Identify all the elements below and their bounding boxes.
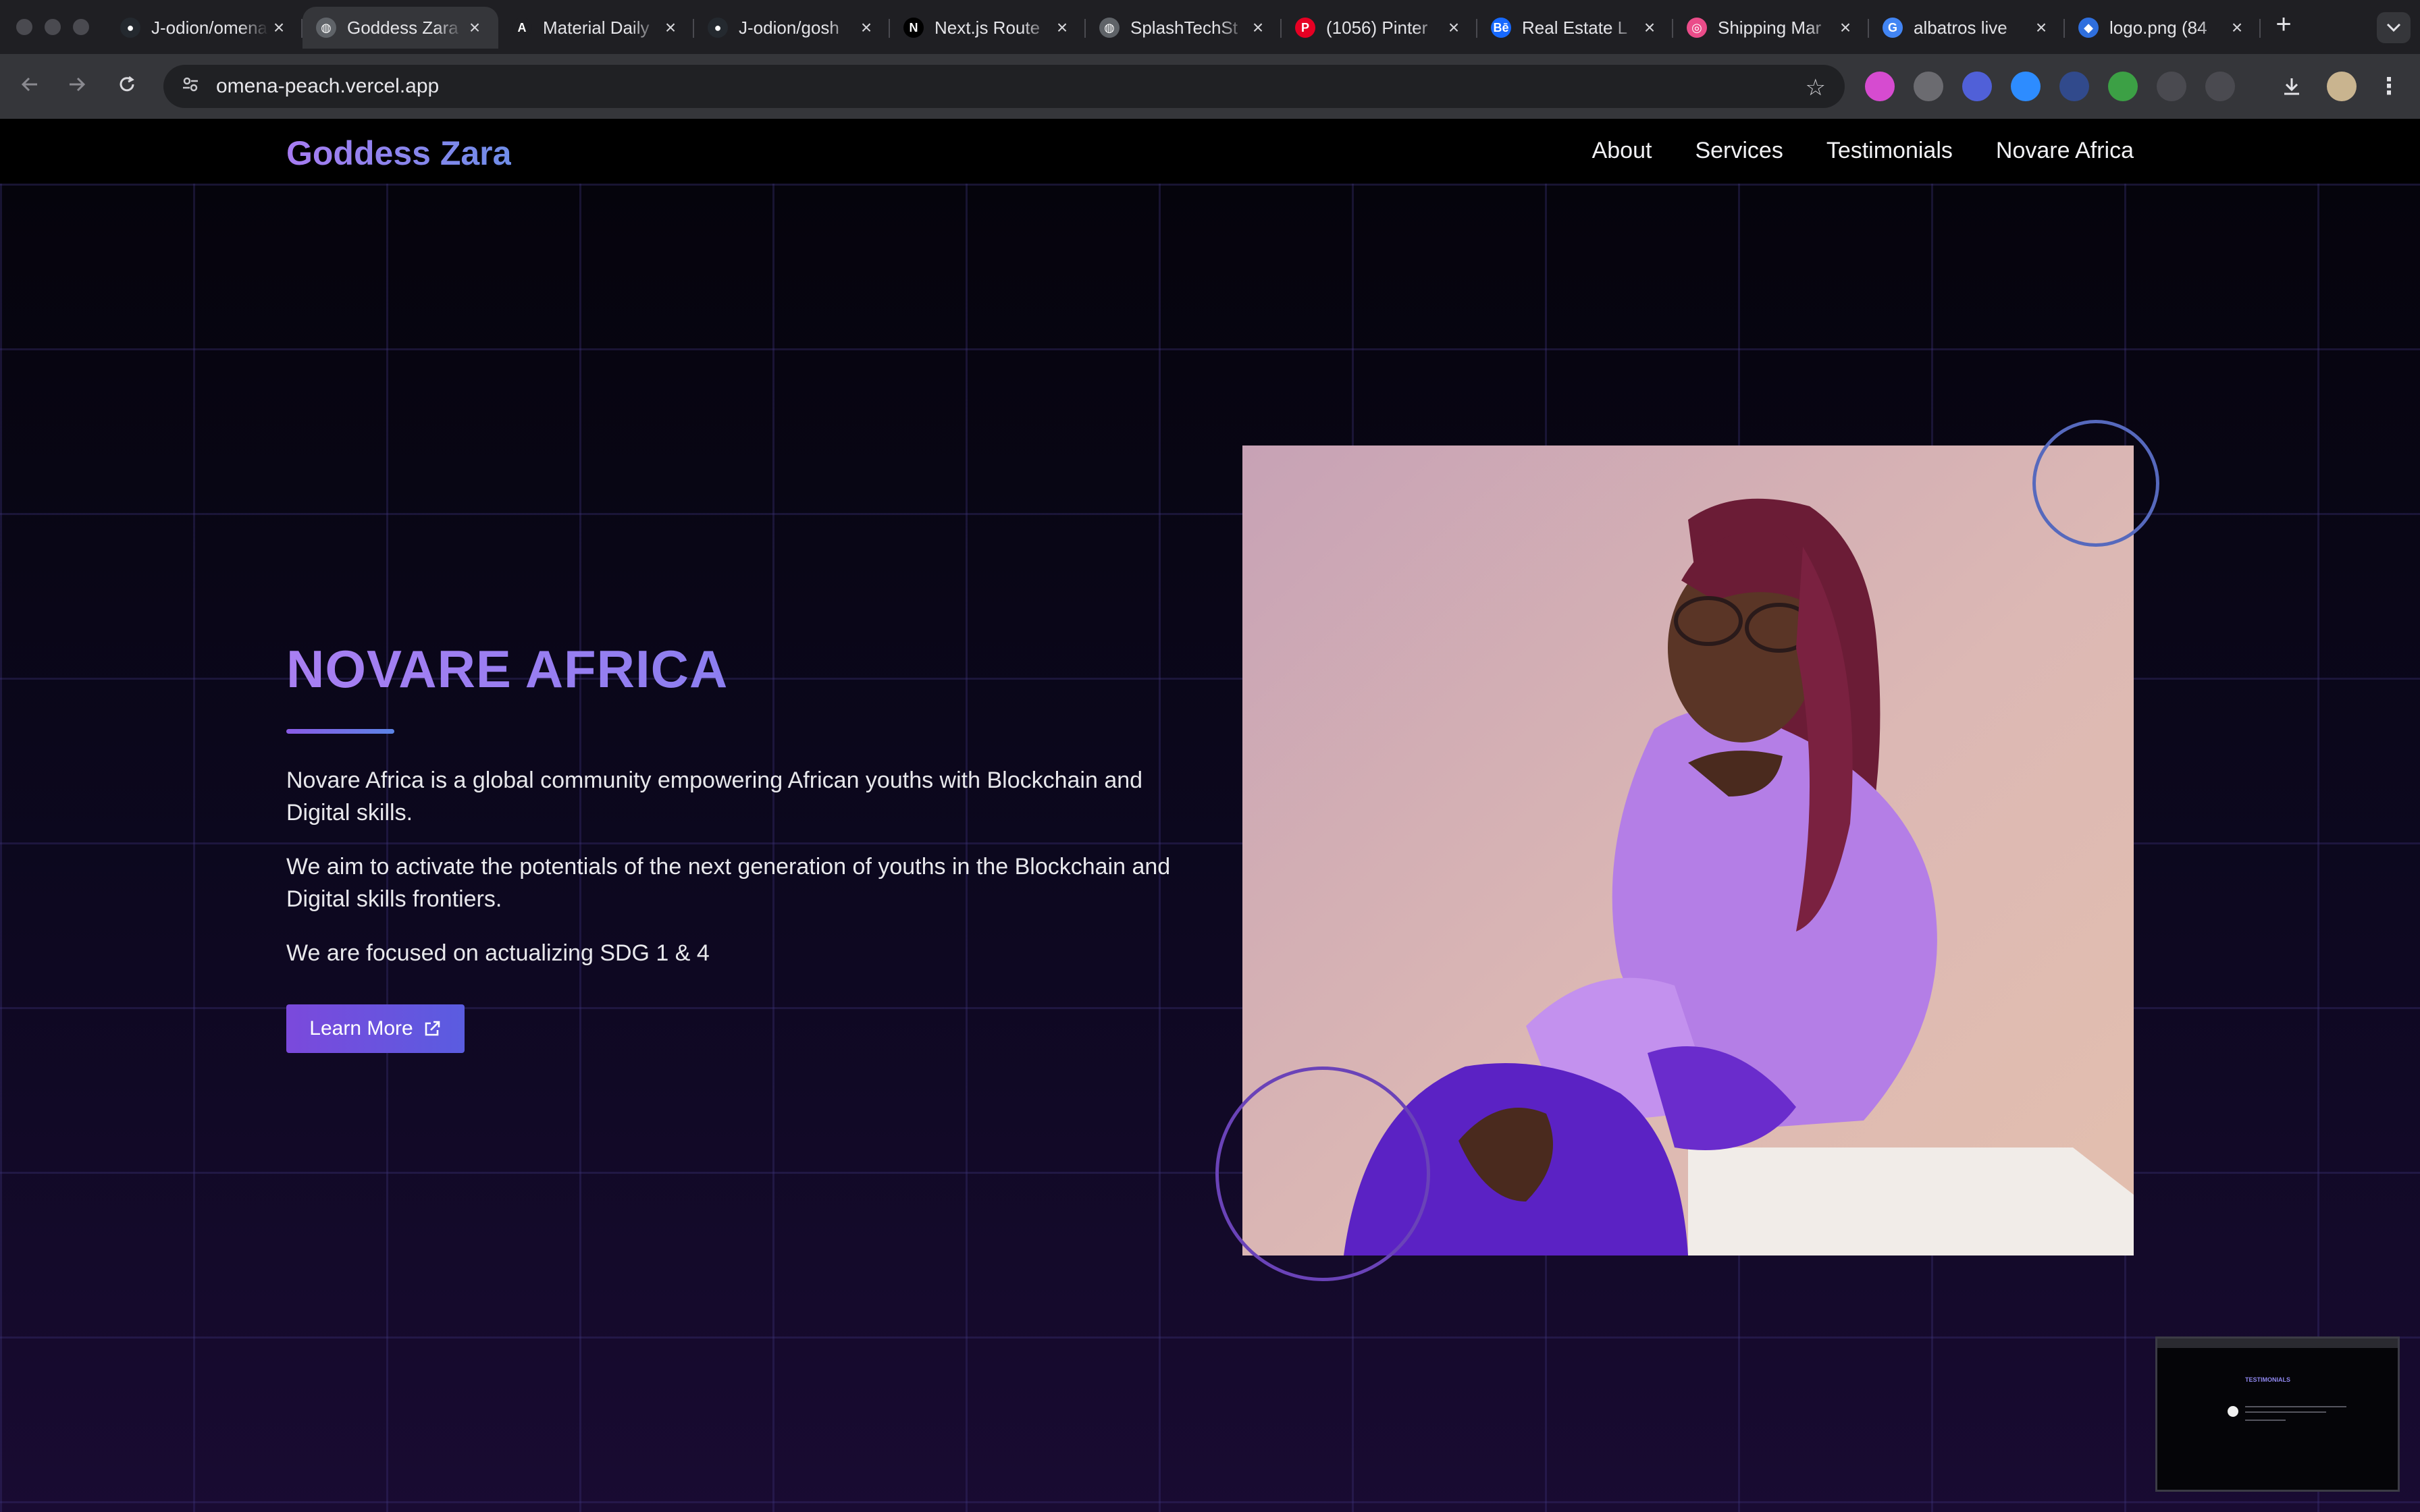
tab-separator [2259, 19, 2261, 38]
browser-tab[interactable]: ● J-odion/gosh × [694, 7, 890, 49]
tab-title: Real Estate L [1522, 17, 1628, 38]
tab-title: Shipping Mar [1718, 17, 1822, 38]
screen-preview-thumbnail[interactable]: TESTIMONIALS [2155, 1336, 2400, 1492]
nav-link-novare-africa[interactable]: Novare Africa [1996, 138, 2134, 164]
close-tab-icon[interactable]: × [2227, 17, 2247, 38]
behance-icon: Bē [1491, 18, 1511, 38]
learn-more-label: Learn More [309, 1017, 413, 1040]
browser-tab[interactable]: ◆ logo.png (84 × [2065, 7, 2261, 49]
preview-title: TESTIMONIALS [2245, 1376, 2290, 1383]
browser-tab[interactable]: N Next.js Route × [890, 7, 1086, 49]
close-tab-icon[interactable]: × [1639, 17, 1660, 38]
site-nav: About Services Testimonials Novare Afric… [1592, 138, 2134, 164]
preview-avatar [2228, 1406, 2238, 1417]
close-tab-icon[interactable]: × [1835, 17, 1856, 38]
description-paragraph-1: Novare Africa is a global community empo… [286, 767, 1143, 826]
browser-tab-strip: ● J-odion/omena × ◍ Goddess Zara × A Material D… [0, 0, 2420, 54]
profile-avatar[interactable] [2327, 72, 2357, 101]
reload-icon [120, 76, 134, 92]
browser-tab[interactable]: ◍ Goddess Zara × [302, 7, 498, 49]
browser-tab[interactable]: ● J-odion/omena × [107, 7, 302, 49]
window-controls [16, 19, 89, 35]
chevron-down-icon [2386, 23, 2401, 32]
decorative-ring-bottom [1215, 1066, 1430, 1281]
tab-title: logo.png (84 [2109, 17, 2207, 38]
globe-icon: ◍ [316, 18, 336, 38]
tab-title: J-odion/gosh [739, 17, 839, 38]
maximize-window-button[interactable] [73, 19, 89, 35]
close-tab-icon[interactable]: × [660, 17, 681, 38]
site-header: Goddess Zara About Services Testimonials… [0, 120, 2420, 184]
tab-search-button[interactable] [2377, 12, 2411, 43]
green-extension-icon[interactable] [2108, 72, 2138, 101]
browser-tab[interactable]: Bē Real Estate L × [1477, 7, 1673, 49]
eyedropper-extension-icon[interactable] [2157, 72, 2186, 101]
arrow-right-icon [70, 77, 86, 92]
new-tab-button[interactable]: + [2269, 9, 2298, 39]
close-tab-icon[interactable]: × [1444, 17, 1464, 38]
nav-link-testimonials[interactable]: Testimonials [1826, 138, 1953, 164]
web-page: Goddess Zara About Services Testimonials… [0, 120, 2420, 1512]
google-icon: G [1883, 18, 1903, 38]
browser-tab[interactable]: P (1056) Pinter × [1282, 7, 1477, 49]
minimize-window-button[interactable] [45, 19, 61, 35]
globe-icon: ◍ [1099, 18, 1120, 38]
zoom-extension-icon[interactable] [2011, 72, 2041, 101]
puzzle-extension-icon[interactable] [2205, 72, 2235, 101]
gear-extension-icon[interactable] [1962, 72, 1992, 101]
tab-title: J-odion/omena [151, 17, 267, 38]
material-icon: A [512, 18, 532, 38]
section-title: NOVARE AFRICA [286, 639, 729, 699]
close-tab-icon[interactable]: × [465, 17, 485, 38]
close-tab-icon[interactable]: × [1248, 17, 1268, 38]
drive-icon: ◆ [2078, 18, 2099, 38]
close-tab-icon[interactable]: × [269, 17, 289, 38]
browser-tab[interactable]: ◍ SplashTechSt × [1086, 7, 1282, 49]
arrow-left-icon [21, 77, 37, 92]
lt-extension-icon[interactable] [2059, 72, 2089, 101]
browser-tab[interactable]: ◎ Shipping Mar × [1673, 7, 1869, 49]
tab-title: SplashTechSt [1130, 17, 1238, 38]
browser-menu-icon[interactable]: ⋮ [2374, 72, 2404, 101]
colorpick-extension-icon[interactable] [1865, 72, 1895, 101]
decorative-ring-top [2032, 420, 2159, 547]
close-window-button[interactable] [16, 19, 32, 35]
address-bar[interactable]: omena-peach.vercel.app ☆ [163, 65, 1845, 108]
description-paragraph-3: We are focused on actualizing SDG 1 & 4 [286, 940, 710, 966]
site-info-icon[interactable] [178, 76, 203, 98]
tab-title: Next.js Route [935, 17, 1041, 38]
download-icon[interactable] [2277, 72, 2307, 101]
nav-link-services[interactable]: Services [1695, 138, 1783, 164]
site-logo[interactable]: Goddess Zara [286, 134, 511, 173]
github-icon: ● [708, 18, 728, 38]
close-tab-icon[interactable]: × [1052, 17, 1072, 38]
address-url: omena-peach.vercel.app [216, 75, 440, 97]
github-icon: ● [120, 18, 140, 38]
tab-title: Material Daily [543, 17, 650, 38]
camera-extension-icon[interactable] [1914, 72, 1943, 101]
back-button[interactable] [12, 69, 47, 104]
close-tab-icon[interactable]: × [2031, 17, 2051, 38]
tab-list: ● J-odion/omena × ◍ Goddess Zara × A Material D… [107, 7, 2325, 54]
tab-title: albatros live [1914, 17, 2007, 38]
nav-link-about[interactable]: About [1592, 138, 1652, 164]
external-link-icon [425, 1021, 440, 1036]
tab-title: (1056) Pinter [1326, 17, 1428, 38]
browser-toolbar: omena-peach.vercel.app ☆ ⋮ [0, 54, 2420, 174]
reload-button[interactable] [109, 69, 144, 104]
learn-more-button[interactable]: Learn More [286, 1004, 465, 1053]
nextjs-icon: N [903, 18, 924, 38]
browser-tab[interactable]: Galbatros live × [1869, 7, 2065, 49]
close-tab-icon[interactable]: × [856, 17, 876, 38]
bookmark-star-icon[interactable]: ☆ [1806, 74, 1826, 101]
description-paragraph-2: We aim to activate the potentials of the… [286, 854, 1171, 912]
pinterest-icon: P [1295, 18, 1315, 38]
browser-tab[interactable]: A Material Daily × [498, 7, 694, 49]
title-underline [286, 729, 394, 734]
tab-title: Goddess Zara [347, 17, 458, 38]
forward-button[interactable] [59, 69, 95, 104]
dribbble-icon: ◎ [1687, 18, 1707, 38]
